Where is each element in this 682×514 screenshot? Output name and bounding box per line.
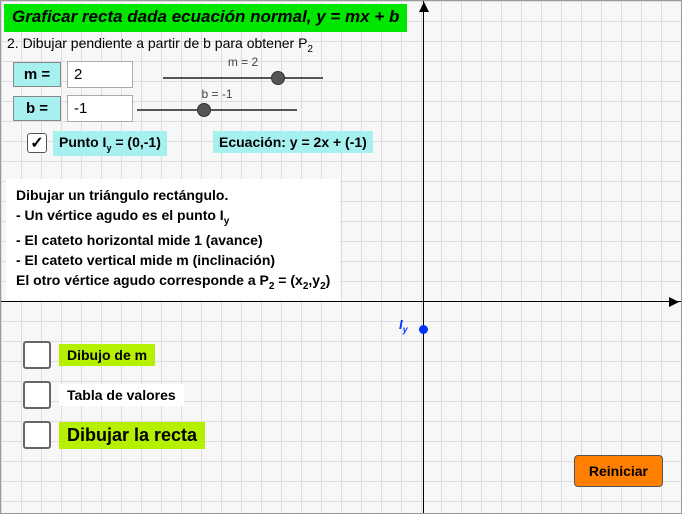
y-axis xyxy=(423,1,424,513)
instr-l5a: El otro vértice agudo corresponde a P xyxy=(16,272,269,288)
m-slider[interactable]: m = 2 xyxy=(163,55,323,85)
b-slider-thumb[interactable] xyxy=(197,103,211,117)
reset-button[interactable]: Reiniciar xyxy=(574,455,663,487)
step-instruction: 2. Dibujar pendiente a partir de b para … xyxy=(7,35,313,55)
option-draw-m: Dibujo de m xyxy=(23,341,155,369)
instr-l4: - El cateto vertical mide m (inclinación… xyxy=(16,252,275,268)
x-axis-arrow xyxy=(669,297,679,307)
m-slider-line xyxy=(163,77,323,79)
instr-l5c: ,y xyxy=(308,272,320,288)
m-slider-caption: m = 2 xyxy=(228,55,258,69)
instr-l2: - Un vértice agudo es el punto I xyxy=(16,207,224,223)
b-input-row: b = -1 xyxy=(13,95,133,122)
intercept-checkbox[interactable] xyxy=(27,133,47,153)
intercept-point-label: Punto Iy = (0,-1) xyxy=(53,131,167,156)
option-table: Tabla de valores xyxy=(23,381,184,409)
instr-l5d: ) xyxy=(326,272,331,288)
ptn-sub: y xyxy=(403,325,408,335)
intercept-point[interactable] xyxy=(419,325,428,334)
m-label: m = xyxy=(13,62,61,87)
b-input[interactable]: -1 xyxy=(67,95,133,122)
b-slider-track[interactable] xyxy=(137,103,297,117)
equation-label: Ecuación: y = 2x + (-1) xyxy=(213,131,373,153)
b-label: b = xyxy=(13,96,61,121)
draw-line-label: Dibujar la recta xyxy=(59,422,205,449)
m-input-row: m = 2 xyxy=(13,61,133,88)
draw-m-label: Dibujo de m xyxy=(59,344,155,366)
instr-l2s: y xyxy=(224,216,230,227)
pt-pre: Punto I xyxy=(59,134,106,150)
page-title: Graficar recta dada ecuación normal, y =… xyxy=(4,4,407,32)
option-draw-line: Dibujar la recta xyxy=(23,421,205,449)
m-slider-thumb[interactable] xyxy=(271,71,285,85)
b-slider-caption: b = -1 xyxy=(201,87,232,101)
b-slider[interactable]: b = -1 xyxy=(137,87,297,117)
pt-post: = (0,-1) xyxy=(111,134,160,150)
step-text: 2. Dibujar pendiente a partir de b para … xyxy=(7,35,307,51)
m-input[interactable]: 2 xyxy=(67,61,133,88)
draw-m-checkbox[interactable] xyxy=(23,341,51,369)
x-axis xyxy=(1,301,681,302)
instr-l3: - El cateto horizontal mide 1 (avance) xyxy=(16,232,263,248)
app-stage: Graficar recta dada ecuación normal, y =… xyxy=(0,0,682,514)
instr-l1: Dibujar un triángulo rectángulo. xyxy=(16,187,228,203)
step-sub: 2 xyxy=(307,44,313,55)
b-slider-line xyxy=(137,109,297,111)
instructions-box: Dibujar un triángulo rectángulo. - Un vé… xyxy=(6,179,340,300)
draw-line-checkbox[interactable] xyxy=(23,421,51,449)
intercept-checkbox-row: Punto Iy = (0,-1) xyxy=(27,131,167,156)
intercept-point-name: Iy xyxy=(399,317,408,335)
y-axis-arrow xyxy=(419,2,429,12)
instr-l5b: = (x xyxy=(274,272,302,288)
table-checkbox[interactable] xyxy=(23,381,51,409)
m-slider-track[interactable] xyxy=(163,71,323,85)
table-label: Tabla de valores xyxy=(59,384,184,406)
